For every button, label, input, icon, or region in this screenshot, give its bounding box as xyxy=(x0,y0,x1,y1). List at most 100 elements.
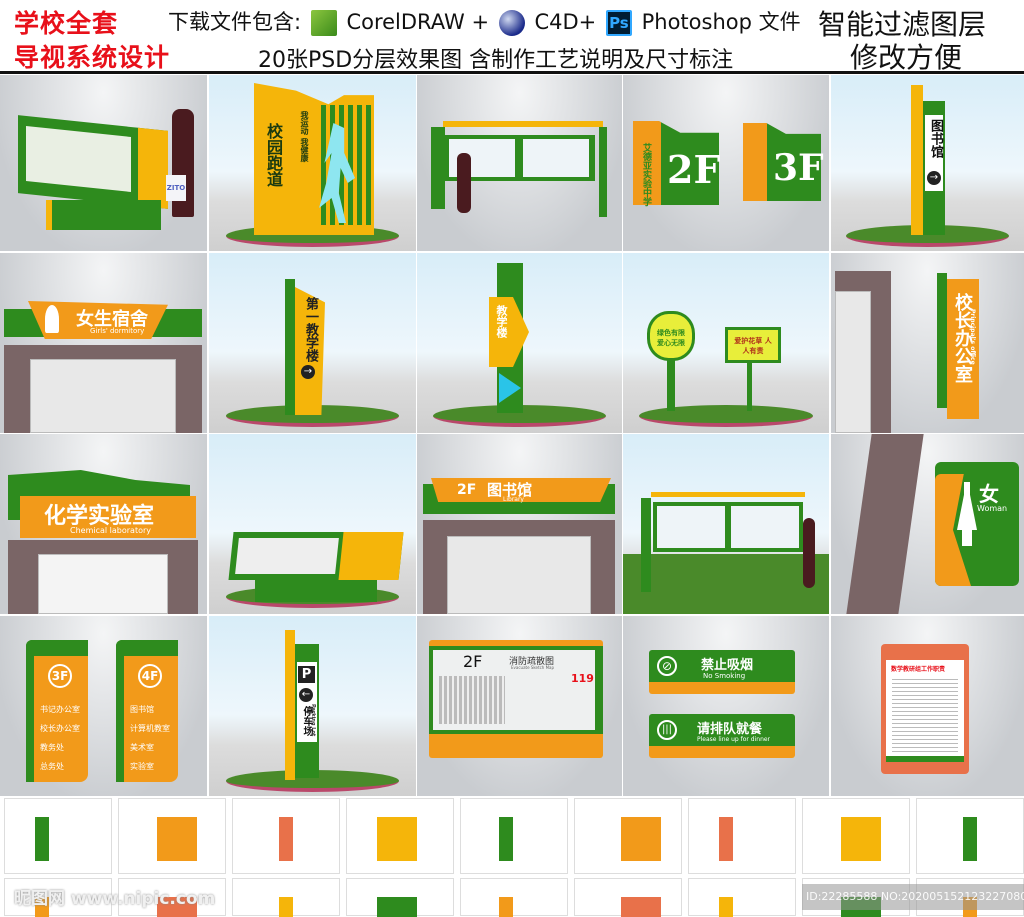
cell-evacuation-map: 2F 消防疏散图 Evacuate Sketch Map 119 xyxy=(417,616,622,796)
board-roof xyxy=(651,492,805,497)
arrow-left-icon: ← xyxy=(299,688,313,702)
drawing-sign xyxy=(377,817,417,861)
arrow-right-icon: → xyxy=(301,365,315,379)
book-post xyxy=(747,363,752,411)
cell-dormitory: 女生宿舍 Girls' dormitory xyxy=(0,253,207,433)
header-banner: 学校全套 导视系统设计 下载文件包含: CorelDRAW + C4D+ Ps … xyxy=(0,0,1024,75)
includes-label: 下载文件包含: xyxy=(168,10,302,34)
door-frame xyxy=(8,540,198,614)
floor-badge: 4F xyxy=(138,664,162,688)
lineup-label: 请排队就餐 xyxy=(697,722,763,737)
cell-wall-plaques: ⊘ 禁止吸烟 No Smoking ||| 请排队就餐 Please line … xyxy=(623,616,829,796)
evac-panel: 2F 消防疏散图 Evacuate Sketch Map 119 xyxy=(433,650,595,730)
photoshop-label: Photoshop 文件 xyxy=(641,10,801,34)
drawing-sign xyxy=(719,897,733,917)
person-figure xyxy=(457,153,471,213)
drawing-sign xyxy=(719,817,733,861)
cell-bulletin-board xyxy=(417,75,622,251)
directory-4f: 4F 图书馆 计算机教室 美术室 实验室 xyxy=(116,640,178,782)
drawing-thumbnail xyxy=(4,798,112,874)
cell-rules-board: 数学教研组工作职责 xyxy=(831,616,1024,796)
sign-2f-school: 艾德亚实验中学 xyxy=(641,143,651,206)
door-frame xyxy=(835,271,891,433)
board-roof xyxy=(443,121,603,127)
parking-en: Parking Lot xyxy=(310,704,316,737)
directory-3f-items: 书记办公室 校长办公室 教务处 总务处 xyxy=(40,700,80,776)
library-en: Library xyxy=(503,496,524,503)
dir-item: 计算机教室 xyxy=(130,724,170,733)
girl-head-icon xyxy=(45,305,59,333)
floor-badge: 3F xyxy=(48,664,72,688)
queue-icon: ||| xyxy=(657,720,677,740)
cell-running-track: 校园跑道 我运动 我健康 xyxy=(209,75,416,251)
door-frame xyxy=(423,520,615,614)
drawing-thumbnail xyxy=(802,798,910,874)
drawing-sign xyxy=(963,817,977,861)
header-divider xyxy=(0,71,1024,74)
cell-floor-signs: 艾德亚实验中学 2F 3F xyxy=(623,75,829,251)
drawing-thumbnail xyxy=(460,798,568,874)
teach-label: 教学楼 xyxy=(495,305,508,338)
drawing-thumbnail xyxy=(232,878,340,917)
board-base xyxy=(255,580,377,602)
coreldraw-icon xyxy=(310,10,337,36)
watermark-logo: 昵图网 www.nipic.com xyxy=(14,889,216,909)
door-frame xyxy=(846,434,924,614)
lawn xyxy=(623,554,829,614)
floor-plan xyxy=(439,676,505,724)
door-frame xyxy=(4,345,202,433)
campus-map xyxy=(26,125,131,192)
dir-item: 书记办公室 xyxy=(40,705,80,714)
cell-principal-office: 校长办公室 Principal's office xyxy=(831,253,1024,433)
flower-sign: 绿色有限 爱心无限 xyxy=(647,311,695,361)
board-panels xyxy=(653,502,803,552)
green-strip xyxy=(937,273,947,408)
lineup-en: Please line up for dinner xyxy=(697,736,771,743)
board-post-left xyxy=(431,127,445,209)
principal-en: Principal's office xyxy=(969,309,976,365)
drawing-sign xyxy=(621,817,661,861)
women-label: 女 xyxy=(979,482,999,506)
photoshop-icon: Ps xyxy=(605,10,632,36)
rules-panel: 数学教研组工作职责 xyxy=(886,660,964,762)
map-board xyxy=(228,532,404,580)
drawing-thumbnail xyxy=(118,798,226,874)
rules-title: 数学教研组工作职责 xyxy=(891,666,946,673)
drawing-thumbnail xyxy=(574,878,682,917)
board-base xyxy=(46,200,161,230)
parking-p-icon: P xyxy=(298,666,315,683)
drawing-thumbnail xyxy=(232,798,340,874)
drawing-thumbnail xyxy=(574,798,682,874)
cell-chemistry-lab: 化学实验室 Chemical laboratory xyxy=(0,434,207,614)
evac-phone: 119 xyxy=(571,672,594,685)
board-post-right xyxy=(599,127,607,217)
flower-stem xyxy=(667,353,675,411)
dir-item: 总务处 xyxy=(40,762,64,771)
drawing-sign xyxy=(279,817,293,861)
pencil-pole xyxy=(285,630,295,780)
directory-3f: 3F 书记办公室 校长办公室 教务处 总务处 xyxy=(26,640,88,782)
women-en: Woman xyxy=(977,504,1008,513)
cell-outdoor-bulletin xyxy=(623,434,829,614)
map-board xyxy=(18,115,168,209)
drawing-sign xyxy=(499,897,513,917)
no-smoking-icon: ⊘ xyxy=(657,656,677,676)
shopping-bag: ZITO xyxy=(166,175,186,201)
drawing-sign xyxy=(841,817,881,861)
sign-2f-label: 2F xyxy=(667,147,721,192)
evac-floor: 2F xyxy=(463,652,483,671)
dir-item: 教务处 xyxy=(40,743,64,752)
sign-3f-label: 3F xyxy=(773,147,824,189)
book-sign: 爱护花草 人人有责 xyxy=(725,327,781,363)
teach1-label: 第一教学楼 xyxy=(303,297,318,362)
board-post-left xyxy=(641,498,651,592)
c4d-label: C4D+ xyxy=(534,10,597,34)
drawing-sign xyxy=(157,817,197,861)
dir-item: 实验室 xyxy=(130,762,154,771)
grass-bed xyxy=(639,405,813,427)
person-figure xyxy=(803,518,815,588)
evac-board: 2F 消防疏散图 Evacuate Sketch Map 119 xyxy=(429,640,603,758)
title-line2: 导视系统设计 xyxy=(14,43,171,72)
drawing-sign xyxy=(377,897,417,917)
drawing-thumbnail xyxy=(688,798,796,874)
